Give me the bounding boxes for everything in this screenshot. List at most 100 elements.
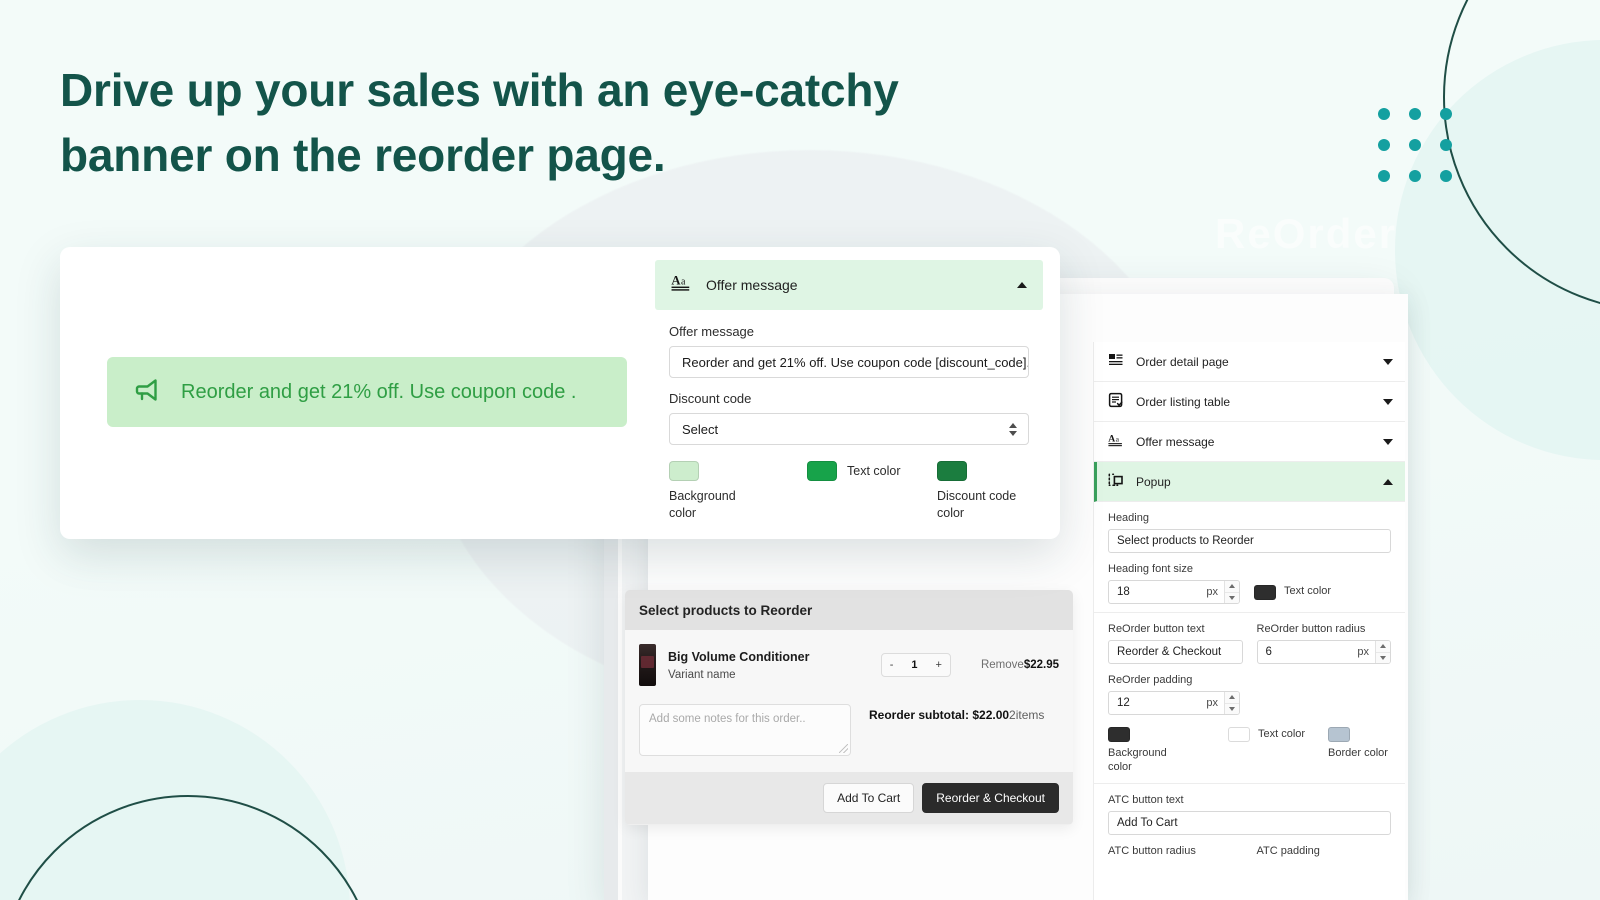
heading-text-color-picker[interactable]: Text color [1254,584,1332,600]
heading-font-size-stepper[interactable] [1224,581,1239,603]
stepper-down-button[interactable] [1225,703,1239,714]
stepper-up-button[interactable] [1376,641,1390,653]
quantity-stepper[interactable]: - 1 + [880,653,951,677]
color-swatch[interactable] [1108,727,1130,742]
offer-message-form: Offer message Reorder and get 21% off. U… [655,310,1043,522]
accordion-label: Order listing table [1136,394,1231,409]
atc-button-text-input[interactable]: Add To Cart [1108,810,1391,835]
offer-banner-text: Reorder and get 21% off. Use coupon code… [181,380,577,403]
unit-px: px [1206,697,1218,709]
heading-font-size-label: Heading font size [1108,563,1193,575]
popup-notes-row: Add some notes for this order.. Reorder … [639,698,1059,772]
accordion-item-offer-message[interactable]: Aa Offer message [1094,422,1405,462]
reorder-button-radius-value: 6 [1265,646,1272,658]
heading-label: Heading [1108,512,1149,524]
reorder-popup-preview: Select products to Reorder Big Volume Co… [625,590,1073,825]
order-notes-input[interactable]: Add some notes for this order.. [639,704,851,756]
reorder-button-row: ReOrder button text Reorder & Checkout R… [1108,623,1391,664]
reorder-subtotal: Reorder subtotal: $22.002items [869,704,1044,722]
text-format-icon: Aa [1108,432,1124,451]
stepper-down-button[interactable] [1376,652,1390,663]
offer-message-accordion-header[interactable]: Aa Offer message [655,260,1043,310]
accordion-item-order-listing-table[interactable]: Order listing table [1094,382,1405,422]
atc-button-radius-label: ATC button radius [1108,844,1196,857]
reorder-button-text-label: ReOrder button text [1108,623,1205,635]
color-swatch[interactable] [1228,727,1250,742]
reorder-border-color-label: Border color [1328,747,1388,759]
chevron-up-icon[interactable] [1383,478,1393,485]
popup-footer: Add To Cart Reorder & Checkout [625,772,1073,824]
reorder-background-color-picker[interactable]: Background color [1108,727,1228,775]
offer-text-color-label: Text color [847,463,901,478]
atc-padding-label: ATC padding [1256,844,1320,857]
accordion-item-popup[interactable]: Popup [1094,462,1405,502]
chevron-down-icon[interactable] [1383,358,1393,365]
product-variant: Variant name [668,668,736,681]
atc-radius-padding-row: ATC button radius ATC padding [1108,845,1391,862]
settings-sidebar: Order detail page Order listing table Aa… [1093,342,1405,900]
quantity-increase-button[interactable]: + [932,659,946,671]
color-swatch[interactable] [1328,727,1350,742]
chevron-up-icon[interactable] [1017,282,1027,288]
offer-background-color-picker[interactable]: Background color [669,461,807,522]
order-listing-icon [1108,392,1124,411]
add-to-cart-button[interactable]: Add To Cart [823,783,915,813]
reorder-text-color-label: Text color [1258,727,1306,740]
accordion-label: Order detail page [1136,354,1229,369]
popup-body: Big Volume Conditioner Variant name - 1 … [625,630,1073,772]
offer-color-row: Background color Text color Discount cod… [669,461,1029,522]
reorder-radius-stepper[interactable] [1375,641,1390,663]
atc-button-section: ATC button text Add To Cart ATC button r… [1094,784,1405,870]
product-price: $22.95 [1023,659,1059,671]
discount-code-field-label: Discount code [669,391,752,406]
remove-link[interactable]: Remove [981,659,1024,671]
offer-message-field-label: Offer message [669,324,755,339]
stepper-up-button[interactable] [1225,692,1239,704]
offer-discount-code-color-picker[interactable]: Discount code color [937,461,1027,522]
offer-discount-code-color-label: Discount code color [937,489,1017,520]
reorder-checkout-button[interactable]: Reorder & Checkout [922,783,1059,813]
offer-background-color-label: Background color [669,489,736,520]
unit-px: px [1206,586,1218,598]
reorder-text-color-picker[interactable]: Text color [1228,727,1328,742]
heading-font-size-input[interactable]: 18 px [1108,580,1240,604]
heading-font-size-value: 18 [1117,586,1130,598]
reorder-button-radius-input[interactable]: 6 px [1256,640,1391,664]
heading-input[interactable]: Select products to Reorder [1108,529,1391,553]
reorder-padding-stepper[interactable] [1224,692,1239,714]
color-swatch[interactable] [937,461,967,481]
color-swatch[interactable] [669,461,699,481]
discount-code-selected-value: Select [682,421,719,437]
megaphone-icon [133,375,163,410]
popup-heading: Select products to Reorder [625,590,1073,630]
offer-banner-preview: Reorder and get 21% off. Use coupon code… [107,357,627,427]
color-swatch[interactable] [1254,584,1276,600]
remove-and-price: Remove$22.95 [981,659,1059,671]
popup-product-row: Big Volume Conditioner Variant name - 1 … [639,640,1059,698]
chevron-down-icon[interactable] [1383,398,1393,405]
reorder-border-color-picker[interactable]: Border color [1328,727,1388,761]
discount-code-select[interactable]: Select [669,413,1029,445]
product-info: Big Volume Conditioner Variant name [668,650,869,681]
offer-message-input[interactable]: Reorder and get 21% off. Use coupon code… [669,346,1029,378]
dot-grid-decoration [1378,108,1452,182]
ghost-watermark: ReOrder [1215,210,1398,257]
chevron-down-icon[interactable] [1383,438,1393,445]
accordion-item-order-detail-page[interactable]: Order detail page [1094,342,1405,382]
reorder-background-color-label: Background color [1108,747,1167,773]
color-swatch[interactable] [807,461,837,481]
reorder-button-radius-label: ReOrder button radius [1256,623,1366,635]
reorder-padding-label: ReOrder padding [1108,674,1193,686]
heading-text-color-label: Text color [1284,585,1332,598]
stepper-up-button[interactable] [1225,581,1239,593]
offer-text-color-picker[interactable]: Text color [807,461,937,522]
select-chevrons-icon [1009,422,1017,436]
unit-px: px [1357,646,1369,658]
popup-icon [1108,472,1124,491]
reorder-padding-input[interactable]: 12 px [1108,691,1240,715]
svg-text:A: A [671,273,680,287]
reorder-button-text-input[interactable]: Reorder & Checkout [1108,640,1243,664]
quantity-decrease-button[interactable]: - [886,659,898,671]
quantity-value: 1 [911,659,918,671]
stepper-down-button[interactable] [1225,592,1239,603]
